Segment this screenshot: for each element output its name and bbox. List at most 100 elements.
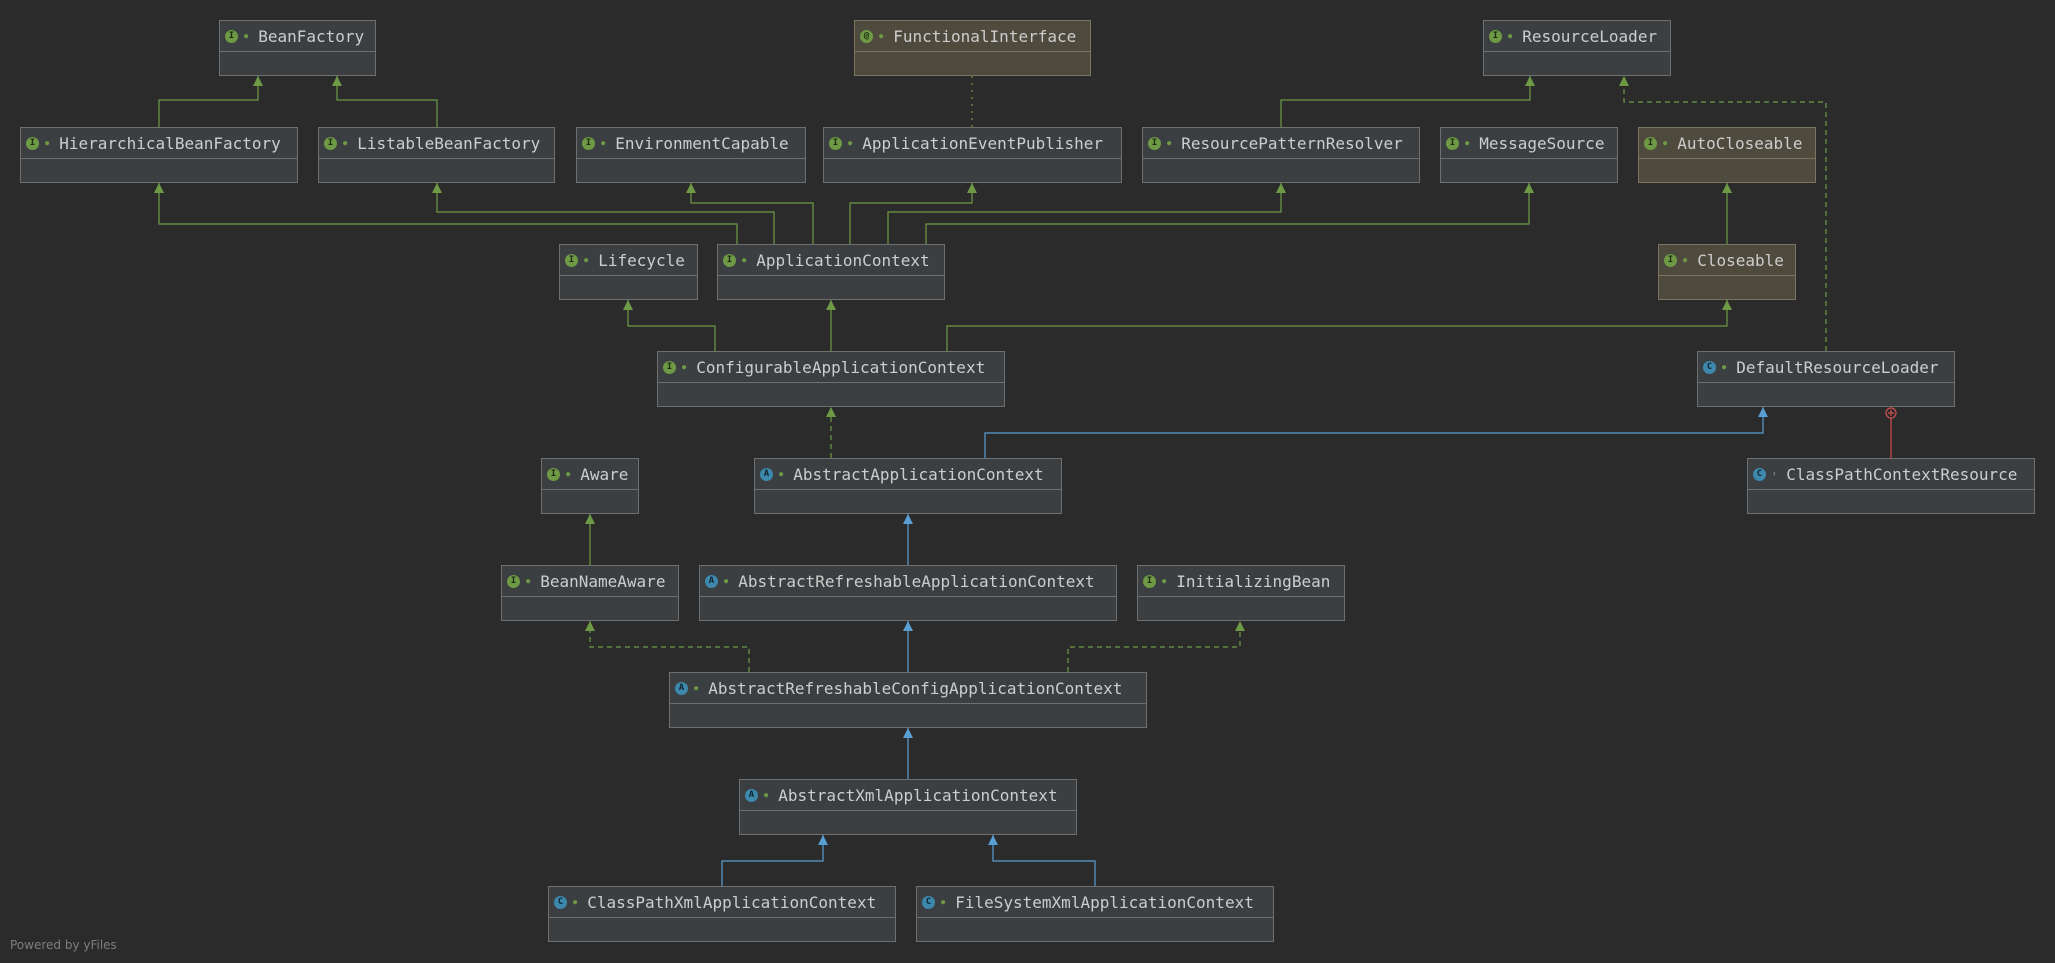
- visibility-icon: ●: [1663, 139, 1668, 147]
- node-label: ClassPathXmlApplicationContext: [587, 892, 877, 912]
- edge-extends: [887, 183, 1286, 244]
- node-label: AbstractRefreshableApplicationContext: [738, 571, 1095, 591]
- node-label: AutoCloseable: [1677, 133, 1803, 153]
- node-application-context[interactable]: I ● ApplicationContext: [717, 244, 945, 300]
- node-class-path-xml-application-context[interactable]: C ● ClassPathXmlApplicationContext: [548, 886, 896, 942]
- node-label: MessageSource: [1479, 133, 1605, 153]
- node-header: @ ● FunctionalInterface: [855, 21, 1090, 52]
- node-bean-factory[interactable]: I ● BeanFactory: [219, 20, 376, 76]
- visibility-icon: ●: [848, 139, 853, 147]
- node-header: I ● ResourceLoader: [1484, 21, 1670, 52]
- node-file-system-xml-application-context[interactable]: C ● FileSystemXmlApplicationContext: [916, 886, 1274, 942]
- arrowhead-icon: [332, 76, 342, 86]
- node-header: I ● ConfigurableApplicationContext: [658, 352, 1004, 383]
- node-label: AbstractXmlApplicationContext: [778, 785, 1058, 805]
- node-label: FunctionalInterface: [893, 26, 1077, 46]
- abstract-icon: A: [675, 681, 688, 695]
- node-abstract-refreshable-config-application-context[interactable]: A ● AbstractRefreshableConfigApplicationCo…: [669, 672, 1147, 728]
- node-label: InitializingBean: [1176, 571, 1331, 591]
- visibility-icon: ●: [1162, 577, 1167, 585]
- visibility-icon: ●: [573, 898, 578, 906]
- node-abstract-xml-application-context[interactable]: A ● AbstractXmlApplicationContext: [739, 779, 1077, 835]
- visibility-icon: ●: [1465, 139, 1470, 147]
- node-header: I ● Aware: [542, 459, 638, 490]
- arrowhead-icon: [903, 514, 913, 524]
- node-functional-interface[interactable]: @ ● FunctionalInterface: [854, 20, 1091, 76]
- node-header: C ● ClassPathXmlApplicationContext: [549, 887, 895, 918]
- powered-by-footer: Powered by yFiles: [10, 938, 117, 952]
- arrowhead-icon: [432, 183, 442, 193]
- node-label: Lifecycle: [598, 250, 685, 270]
- edge-extends: [826, 300, 836, 351]
- visibility-icon: ●: [682, 363, 687, 371]
- uml-diagram: I ● BeanFactory @ ● FunctionalInterface I ● Reso…: [0, 0, 2055, 963]
- node-header: I ● InitializingBean: [1138, 566, 1344, 597]
- visibility-icon: ●: [779, 470, 784, 478]
- edge-extends: [332, 76, 438, 127]
- node-header: I ● Lifecycle: [560, 245, 697, 276]
- visibility-icon: ●: [1167, 139, 1172, 147]
- node-label: ConfigurableApplicationContext: [696, 357, 986, 377]
- node-application-event-publisher[interactable]: I ● ApplicationEventPublisher: [823, 127, 1122, 183]
- visibility-icon: ●: [566, 470, 571, 478]
- interface-icon: I: [663, 360, 676, 374]
- edge-extends: [849, 183, 977, 244]
- interface-icon: I: [723, 253, 736, 267]
- visibility-icon: ●: [244, 32, 249, 40]
- arrowhead-icon: [623, 300, 633, 310]
- node-abstract-refreshable-application-context[interactable]: A ● AbstractRefreshableApplicationContext: [699, 565, 1117, 621]
- node-configurable-application-context[interactable]: I ● ConfigurableApplicationContext: [657, 351, 1005, 407]
- node-header: I ● HierarchicalBeanFactory: [21, 128, 297, 159]
- node-lifecycle[interactable]: I ● Lifecycle: [559, 244, 698, 300]
- edge-implements: [826, 407, 836, 458]
- node-label: Aware: [580, 464, 629, 484]
- edge-extends: [1722, 183, 1732, 244]
- arrowhead-icon: [826, 407, 836, 417]
- class-icon: C: [1753, 467, 1766, 481]
- node-aware[interactable]: I ● Aware: [541, 458, 639, 514]
- edge-extends: [925, 183, 1534, 244]
- interface-icon: I: [829, 136, 842, 150]
- edge-class-extends: [984, 407, 1768, 458]
- node-header: I ● ListableBeanFactory: [319, 128, 554, 159]
- interface-icon: I: [1644, 136, 1657, 150]
- node-header: I ● BeanNameAware: [502, 566, 678, 597]
- node-listable-bean-factory[interactable]: I ● ListableBeanFactory: [318, 127, 555, 183]
- arrowhead-icon: [1525, 76, 1535, 86]
- arrowhead-icon: [1524, 183, 1534, 193]
- node-initializing-bean[interactable]: I ● InitializingBean: [1137, 565, 1345, 621]
- arrowhead-icon: [154, 183, 164, 193]
- class-icon: C: [922, 895, 935, 909]
- node-resource-pattern-resolver[interactable]: I ● ResourcePatternResolver: [1142, 127, 1420, 183]
- node-bean-name-aware[interactable]: I ● BeanNameAware: [501, 565, 679, 621]
- node-header: A ● AbstractXmlApplicationContext: [740, 780, 1076, 811]
- class-icon: C: [554, 895, 567, 909]
- visibility-icon: ●: [879, 32, 884, 40]
- class-icon: C: [1703, 360, 1716, 374]
- node-auto-closeable[interactable]: I ● AutoCloseable: [1638, 127, 1816, 183]
- visibility-icon: ●: [584, 256, 589, 264]
- edge-extends: [623, 300, 716, 351]
- interface-icon: I: [507, 574, 520, 588]
- arrowhead-icon: [585, 621, 595, 631]
- node-closeable[interactable]: I ● Closeable: [1658, 244, 1796, 300]
- edge-extends: [946, 300, 1732, 351]
- node-label: HierarchicalBeanFactory: [59, 133, 281, 153]
- node-header: I ● ApplicationEventPublisher: [824, 128, 1121, 159]
- node-class-path-context-resource[interactable]: C ↑ ClassPathContextResource: [1747, 458, 2035, 514]
- node-hierarchical-bean-factory[interactable]: I ● HierarchicalBeanFactory: [20, 127, 298, 183]
- interface-icon: I: [1664, 253, 1677, 267]
- node-resource-loader[interactable]: I ● ResourceLoader: [1483, 20, 1671, 76]
- node-abstract-application-context[interactable]: A ● AbstractApplicationContext: [754, 458, 1062, 514]
- node-header: I ● EnvironmentCapable: [577, 128, 805, 159]
- interface-icon: I: [324, 136, 337, 150]
- edge-extends: [432, 183, 775, 244]
- visibility-icon: ●: [941, 898, 946, 906]
- node-message-source[interactable]: I ● MessageSource: [1440, 127, 1618, 183]
- node-default-resource-loader[interactable]: C ● DefaultResourceLoader: [1697, 351, 1955, 407]
- abstract-icon: A: [705, 574, 718, 588]
- node-environment-capable[interactable]: I ● EnvironmentCapable: [576, 127, 806, 183]
- interface-icon: I: [565, 253, 578, 267]
- arrowhead-icon: [1235, 621, 1245, 631]
- visibility-icon: ●: [45, 139, 50, 147]
